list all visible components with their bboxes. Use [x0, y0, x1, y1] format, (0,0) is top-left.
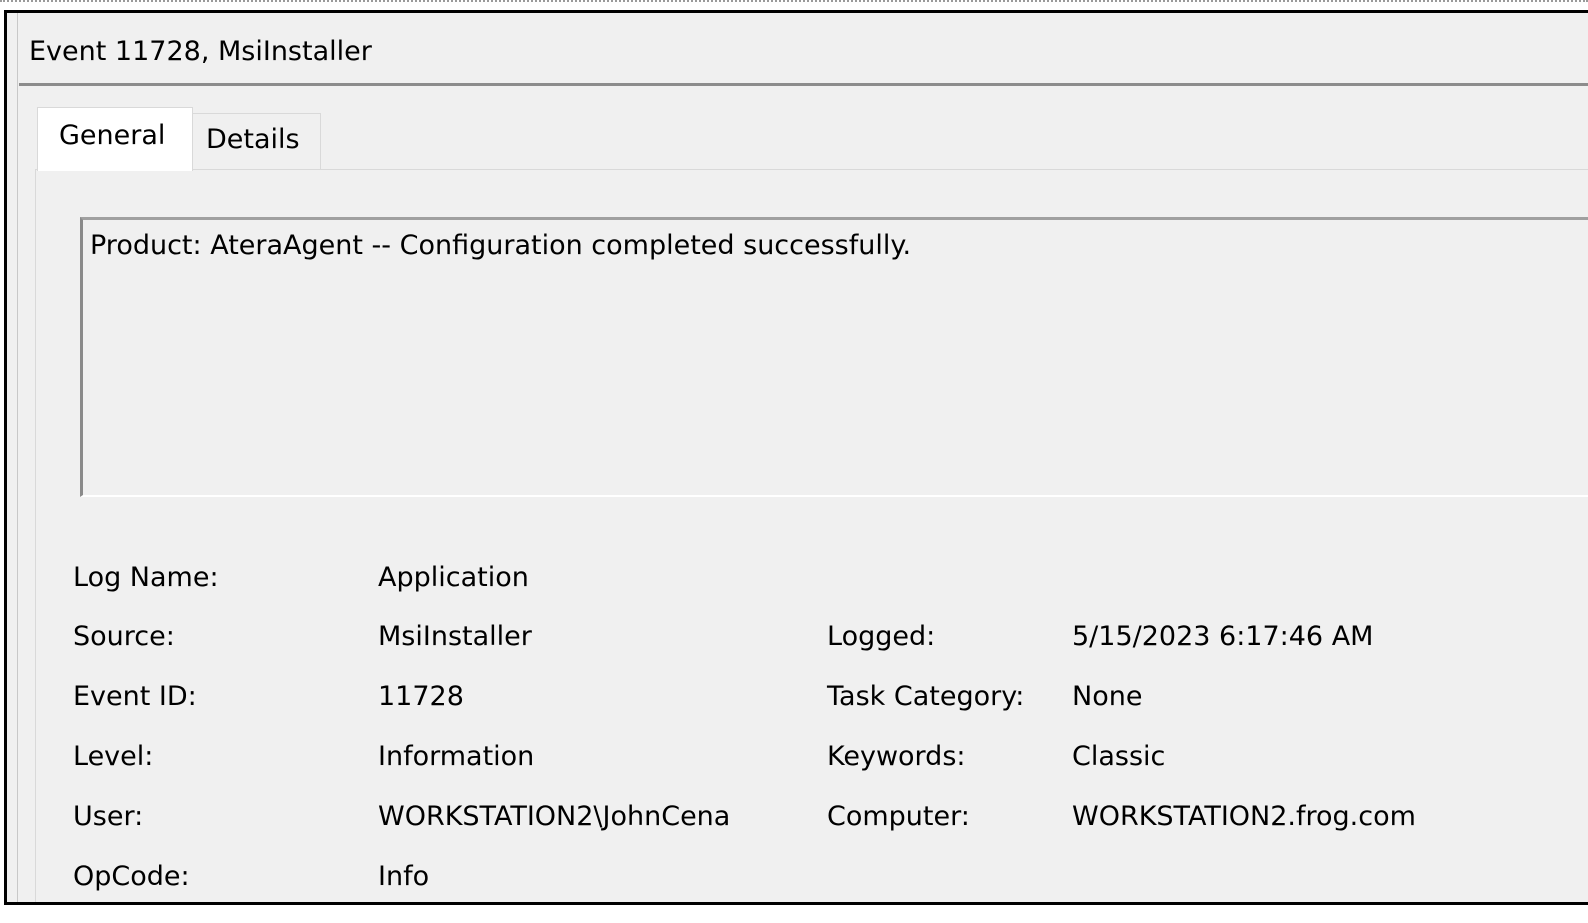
- logged-label: Logged:: [827, 621, 936, 652]
- tab-general[interactable]: General: [37, 107, 193, 171]
- event-id-value: 11728: [378, 681, 464, 712]
- logged-value: 5/15/2023 6:17:46 AM: [1072, 621, 1374, 652]
- user-value: WORKSTATION2\JohnCena: [378, 801, 731, 832]
- event-description-text: Product: AteraAgent -- Configuration com…: [90, 230, 912, 261]
- user-label: User:: [73, 801, 144, 832]
- keywords-label: Keywords:: [827, 741, 966, 772]
- log-name-value: Application: [378, 562, 529, 593]
- opcode-label: OpCode:: [73, 861, 190, 892]
- general-tab-panel: Product: AteraAgent -- Configuration com…: [35, 169, 1588, 902]
- level-label: Level:: [73, 741, 154, 772]
- source-value: MsiInstaller: [378, 621, 532, 652]
- log-name-label: Log Name:: [73, 562, 219, 593]
- window-title: Event 11728, MsiInstaller: [29, 36, 372, 67]
- title-bar: Event 11728, MsiInstaller: [19, 13, 1588, 86]
- level-value: Information: [378, 741, 535, 772]
- event-properties-window: Event 11728, MsiInstaller General Detail…: [4, 10, 1588, 905]
- tab-details-label: Details: [206, 124, 300, 155]
- task-category-label: Task Category:: [827, 681, 1025, 712]
- opcode-value: Info: [378, 861, 430, 892]
- window-left-edge: [17, 13, 18, 902]
- tab-details[interactable]: Details: [192, 113, 321, 169]
- event-description-box[interactable]: Product: AteraAgent -- Configuration com…: [80, 217, 1588, 497]
- computer-label: Computer:: [827, 801, 970, 832]
- computer-value: WORKSTATION2.frog.com: [1072, 801, 1416, 832]
- keywords-value: Classic: [1072, 741, 1166, 772]
- task-category-value: None: [1072, 681, 1143, 712]
- screenshot-top-edge: [0, 0, 1588, 10]
- event-id-label: Event ID:: [73, 681, 197, 712]
- tab-general-label: General: [59, 120, 166, 151]
- source-label: Source:: [73, 621, 175, 652]
